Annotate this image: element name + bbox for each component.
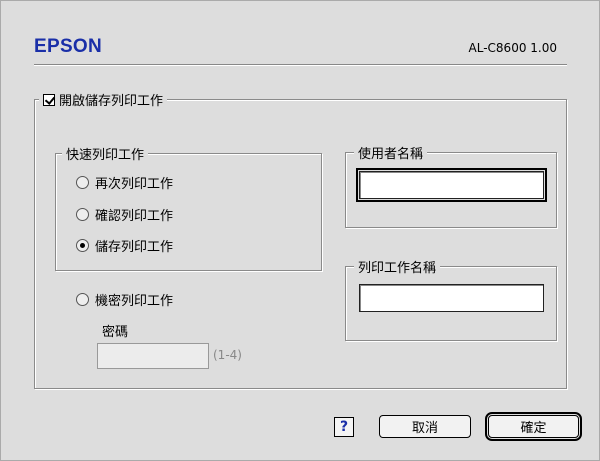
job-name-field[interactable] (359, 284, 544, 312)
user-name-field[interactable] (356, 168, 547, 202)
dialog: EPSON AL-C8600 1.00 開啟儲存列印工作 快速列印工作 再次列印… (0, 0, 600, 461)
password-field[interactable] (97, 343, 209, 369)
brand-logo: EPSON (34, 36, 103, 57)
header-divider-highlight (34, 65, 567, 66)
radio-label: 確認列印工作 (95, 209, 174, 224)
help-icon[interactable]: ? (334, 417, 354, 437)
checkbox-checked-icon[interactable] (43, 93, 55, 106)
ok-button[interactable]: 確定 (485, 412, 582, 441)
enable-hold-job-checkbox[interactable]: 開啟儲存列印工作 (39, 90, 168, 109)
radio-label: 機密列印工作 (95, 294, 174, 309)
radio-confidential-job[interactable]: 機密列印工作 (76, 290, 173, 309)
job-name-legend: 列印工作名稱 (354, 257, 441, 276)
user-name-legend: 使用者名稱 (354, 143, 428, 162)
model-version: AL-C8600 1.00 (468, 41, 557, 55)
radio-stored-job[interactable]: 儲存列印工作 (76, 236, 173, 255)
password-hint: (1-4) (213, 348, 242, 362)
radio-icon[interactable] (76, 293, 89, 306)
radio-reprint-job[interactable]: 再次列印工作 (76, 173, 173, 192)
radio-label: 再次列印工作 (95, 177, 174, 192)
radio-icon[interactable] (76, 176, 89, 189)
cancel-button[interactable]: 取消 (379, 415, 471, 438)
enable-hold-job-label: 開啟儲存列印工作 (59, 94, 164, 109)
radio-selected-icon[interactable] (76, 239, 89, 252)
radio-label: 儲存列印工作 (95, 240, 174, 255)
quick-print-legend: 快速列印工作 (62, 144, 149, 163)
radio-icon[interactable] (76, 208, 89, 221)
password-label: 密碼 (102, 325, 129, 340)
radio-verify-job[interactable]: 確認列印工作 (76, 205, 173, 224)
